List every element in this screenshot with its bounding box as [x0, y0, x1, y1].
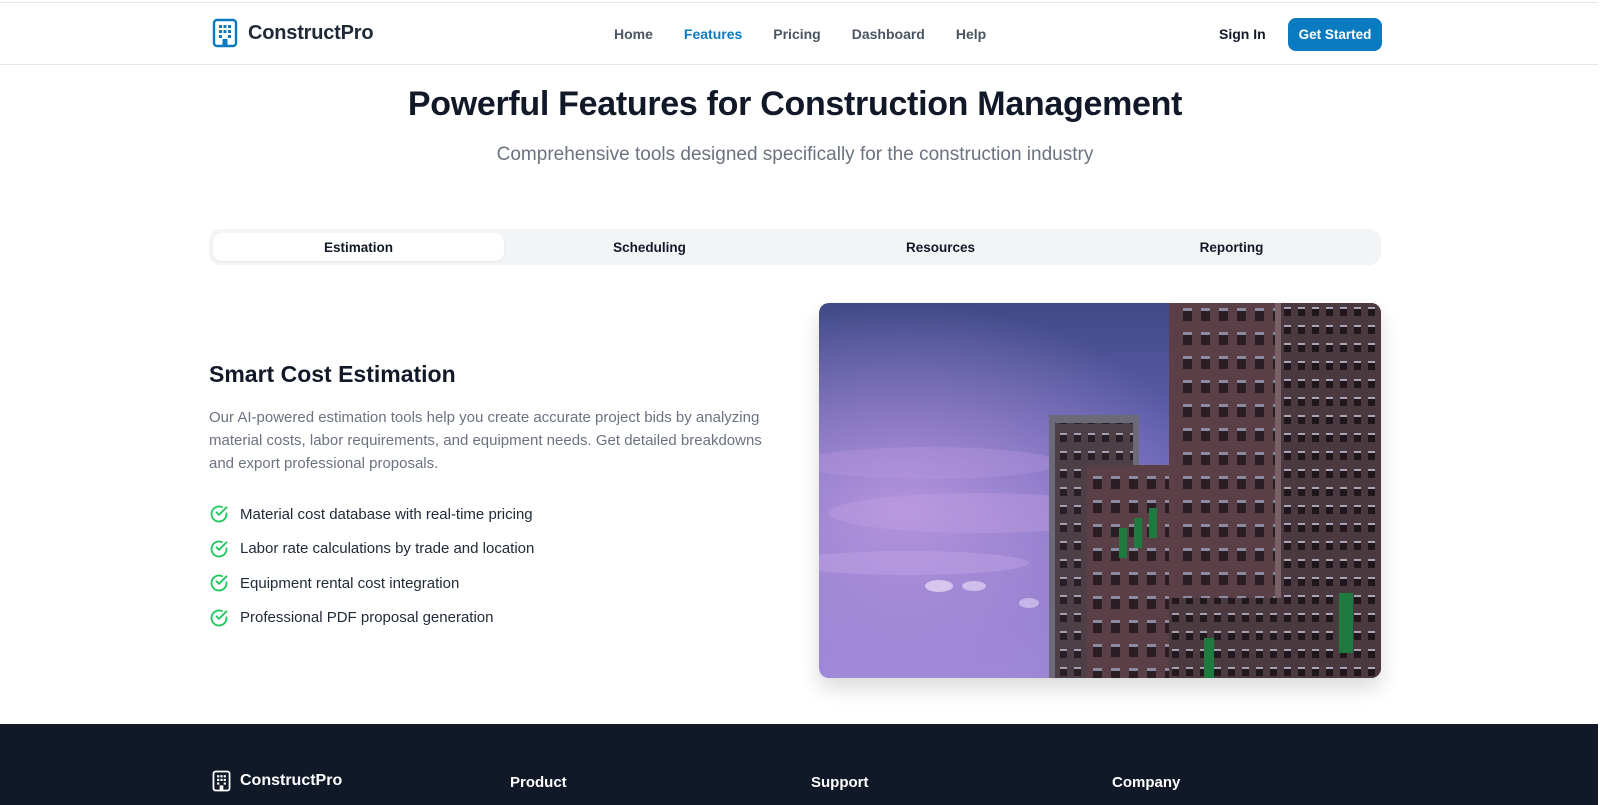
page-title: Powerful Features for Construction Manag… — [407, 85, 1183, 123]
list-item: Labor rate calculations by trade and loc… — [209, 532, 534, 567]
list-item: Material cost database with real-time pr… — [209, 497, 534, 532]
feature-title: Smart Cost Estimation — [209, 361, 456, 387]
nav-dashboard[interactable]: Dashboard — [852, 26, 925, 42]
footer-brand[interactable]: ConstructPro — [212, 770, 342, 792]
check-circle-icon — [210, 609, 228, 627]
check-circle-icon — [210, 574, 228, 592]
feature-item-text: Labor rate calculations by trade and loc… — [240, 540, 535, 558]
feature-item-text: Professional PDF proposal generation — [240, 609, 494, 627]
tab-scheduling[interactable]: Scheduling — [504, 233, 795, 261]
building-icon — [212, 18, 238, 48]
feature-item-text: Equipment rental cost integration — [240, 574, 460, 592]
list-item: Equipment rental cost integration — [209, 566, 534, 601]
feature-item-text: Material cost database with real-time pr… — [240, 505, 533, 523]
tab-resources[interactable]: Resources — [795, 233, 1086, 261]
nav-help[interactable]: Help — [956, 26, 986, 42]
check-circle-icon — [210, 540, 228, 558]
main-nav: Home Features Pricing Dashboard Help — [614, 26, 986, 42]
footer-heading-product: Product — [510, 774, 567, 791]
feature-tabs: Estimation Scheduling Resources Reportin… — [209, 229, 1381, 265]
building-photo — [819, 303, 1381, 678]
page-subtitle: Comprehensive tools designed specificall… — [496, 144, 1094, 165]
feature-description: Our AI-powered estimation tools help you… — [209, 409, 762, 472]
footer-heading-support: Support — [811, 774, 869, 791]
nav-pricing[interactable]: Pricing — [773, 26, 820, 42]
navbar: ConstructPro Home Features Pricing Dashb… — [0, 3, 1598, 65]
footer-brand-name: ConstructPro — [240, 772, 343, 789]
feature-list: Material cost database with real-time pr… — [209, 497, 534, 635]
sign-in-link[interactable]: Sign In — [1219, 26, 1266, 42]
tab-estimation[interactable]: Estimation — [213, 233, 504, 261]
tab-reporting[interactable]: Reporting — [1086, 233, 1377, 261]
list-item: Professional PDF proposal generation — [209, 601, 534, 636]
nav-features[interactable]: Features — [684, 26, 742, 42]
get-started-button[interactable]: Get Started — [1288, 18, 1382, 51]
building-icon — [212, 770, 231, 792]
nav-home[interactable]: Home — [614, 26, 653, 42]
brand-logo[interactable]: ConstructPro — [212, 18, 374, 48]
check-circle-icon — [210, 505, 228, 523]
brand-name: ConstructPro — [248, 21, 374, 44]
footer-heading-company: Company — [1112, 774, 1181, 791]
footer: ConstructPro Product Support Company — [0, 724, 1598, 805]
